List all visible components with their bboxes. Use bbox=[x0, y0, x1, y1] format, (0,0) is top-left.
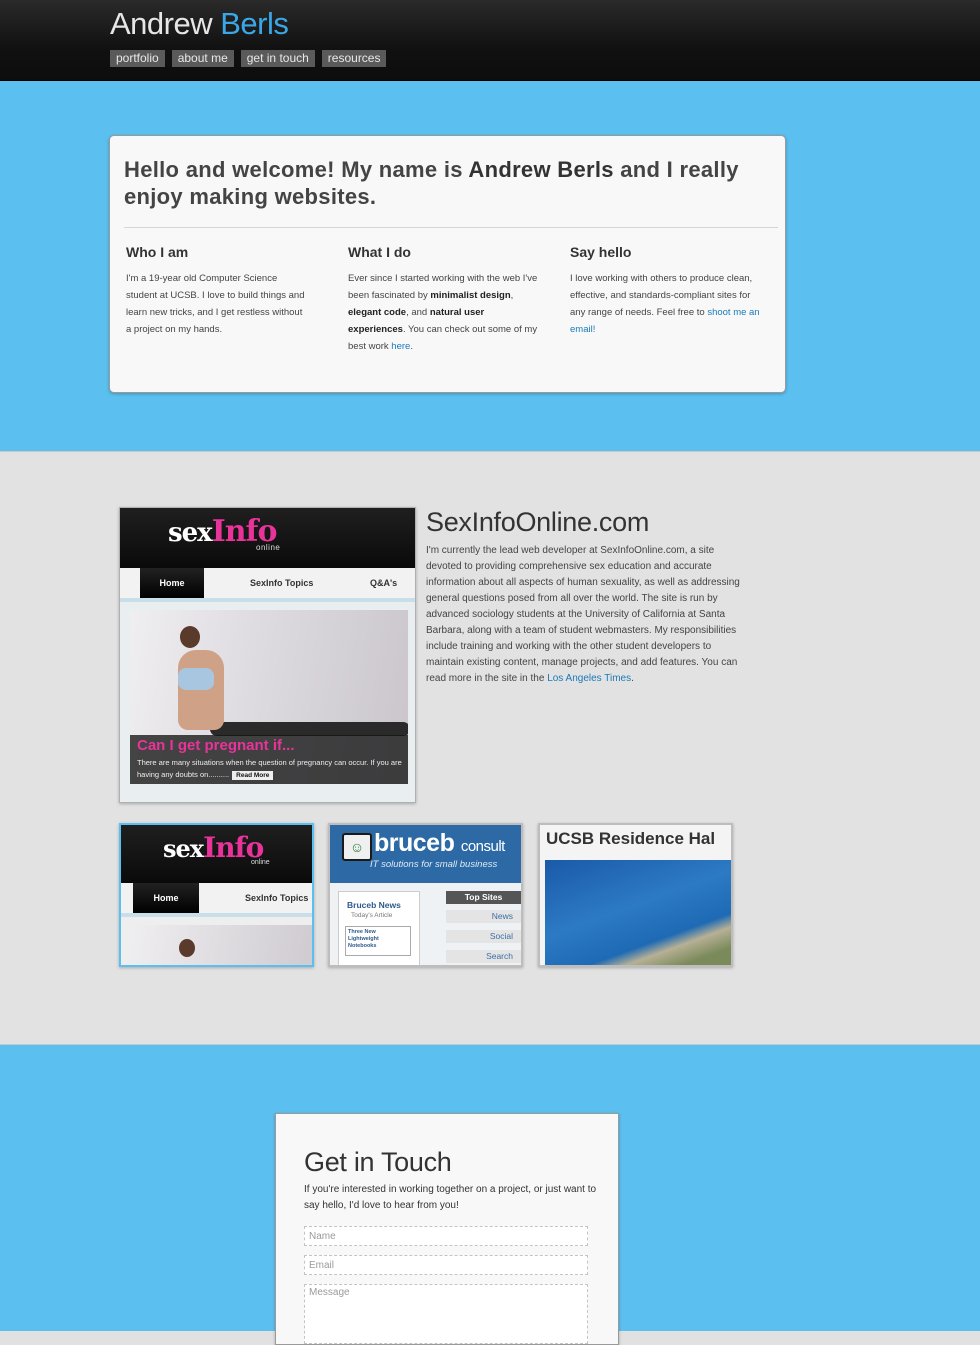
sexinfo-tab-home: Home bbox=[140, 568, 204, 598]
nav-get-in-touch[interactable]: get in touch bbox=[240, 50, 315, 67]
nav-resources[interactable]: resources bbox=[321, 50, 387, 67]
what-i-do-heading: What I do bbox=[348, 244, 411, 260]
coastline-image bbox=[545, 860, 731, 965]
read-more-button: Read More bbox=[232, 771, 274, 780]
contact-card: Get in Touch If you're interested in wor… bbox=[275, 1113, 619, 1345]
message-field[interactable] bbox=[304, 1284, 588, 1344]
sexinfo-tab-topics: SexInfo Topics bbox=[250, 578, 314, 588]
feature-photo: Can I get pregnant if... There are many … bbox=[130, 610, 408, 784]
project-screenshot[interactable]: sexInfo online Home SexInfo Topics Q&A's… bbox=[119, 507, 416, 803]
main-nav: portfolio about me get in touch resource… bbox=[110, 50, 387, 67]
intro-section: Hello and welcome! My name is Andrew Ber… bbox=[0, 81, 980, 452]
sexinfo-header: sexInfo online bbox=[120, 508, 415, 568]
feature-caption: Can I get pregnant if... There are many … bbox=[130, 735, 408, 784]
divider bbox=[124, 227, 778, 228]
thumbnail-ucsb-residence[interactable]: UCSB Residence Hal bbox=[538, 823, 733, 967]
los-angeles-times-link[interactable]: Los Angeles Times bbox=[547, 673, 631, 684]
intro-heading: Hello and welcome! My name is Andrew Ber… bbox=[124, 157, 739, 209]
contact-text: If you're interested in working together… bbox=[304, 1184, 597, 1211]
logo-last-name: Berls bbox=[220, 6, 289, 41]
logo-first-name: Andrew bbox=[110, 6, 213, 41]
site-header: Andrew Berls portfolio about me get in t… bbox=[0, 0, 980, 81]
sexinfo-tabs: Home SexInfo Topics Q&A's bbox=[120, 568, 415, 602]
feature-caption-text: There are many situations when the quest… bbox=[137, 758, 402, 780]
bruceb-logo-icon: ☺ bbox=[342, 833, 372, 861]
say-hello-heading: Say hello bbox=[570, 244, 632, 260]
feature-caption-title: Can I get pregnant if... bbox=[137, 737, 295, 754]
nav-about-me[interactable]: about me bbox=[171, 50, 234, 67]
work-here-link[interactable]: here bbox=[391, 341, 410, 352]
contact-section: Get in Touch If you're interested in wor… bbox=[0, 1045, 980, 1345]
project-title: SexInfoOnline.com bbox=[426, 507, 650, 537]
portfolio-section: sexInfo online Home SexInfo Topics Q&A's… bbox=[0, 452, 980, 1045]
who-i-am-text: I'm a 19-year old Computer Science stude… bbox=[126, 273, 305, 335]
what-i-do-column: What I do Ever since I started working w… bbox=[348, 244, 543, 355]
say-hello-column: Say hello I love working with others to … bbox=[570, 244, 760, 338]
intro-card: Hello and welcome! My name is Andrew Ber… bbox=[109, 135, 786, 393]
nav-portfolio[interactable]: portfolio bbox=[110, 50, 165, 67]
email-field[interactable] bbox=[304, 1255, 588, 1275]
contact-title: Get in Touch bbox=[304, 1147, 452, 1177]
what-i-do-text: Ever since I started working with the we… bbox=[348, 273, 538, 352]
who-i-am-heading: Who I am bbox=[126, 244, 189, 260]
name-field[interactable] bbox=[304, 1226, 588, 1246]
project-description: I'm currently the lead web developer at … bbox=[426, 545, 740, 684]
thumbnail-bruceb[interactable]: ☺ bruceb consult IT solutions for small … bbox=[328, 823, 523, 967]
intro-heading-name: Andrew Berls bbox=[468, 157, 614, 182]
sexinfo-tab-qa: Q&A's bbox=[370, 578, 398, 588]
site-logo[interactable]: Andrew Berls bbox=[110, 6, 289, 42]
thumbnail-sexinfo[interactable]: sexInfo online Home SexInfo Topics bbox=[119, 823, 314, 967]
who-i-am-column: Who I am I'm a 19-year old Computer Scie… bbox=[126, 244, 306, 338]
sexinfo-logo: sexInfo bbox=[163, 831, 264, 864]
bruceb-logo: bruceb consult bbox=[374, 829, 505, 857]
say-hello-text: I love working with others to produce cl… bbox=[570, 273, 760, 335]
